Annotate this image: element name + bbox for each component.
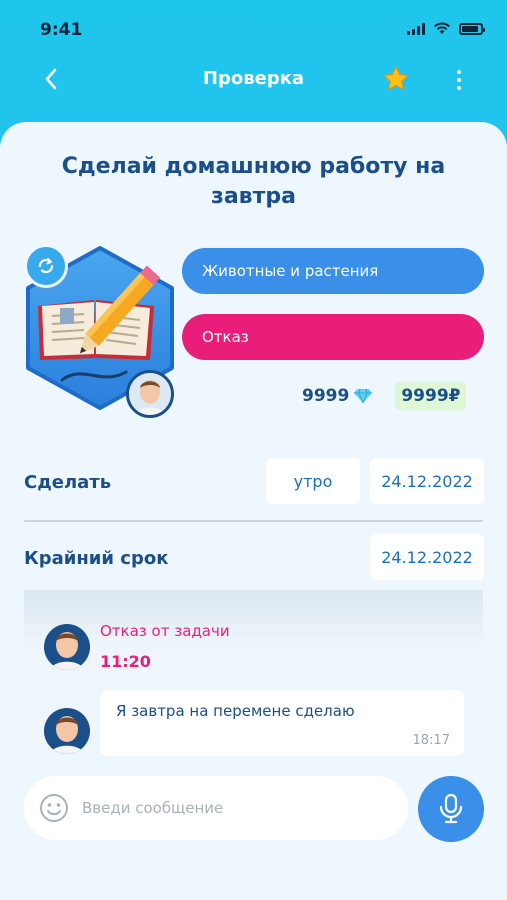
- favorite-button[interactable]: [381, 64, 411, 94]
- rewards: 9999 9999₽: [302, 382, 467, 410]
- more-vertical-icon: [457, 70, 461, 74]
- avatar: [44, 624, 90, 670]
- status-pill[interactable]: Отказ: [182, 314, 484, 360]
- category-pill[interactable]: Животные и растения: [182, 248, 484, 294]
- do-date-chip[interactable]: 24.12.2022: [370, 458, 484, 504]
- do-time-chip[interactable]: утро: [266, 458, 360, 504]
- divider: [24, 520, 483, 522]
- cellular-signal-icon: [407, 22, 425, 35]
- chat-message[interactable]: Я завтра на перемене сделаю 18:17: [100, 690, 464, 756]
- status-icons: [407, 22, 485, 35]
- do-label: Сделать: [24, 472, 112, 493]
- gems-value: 9999: [302, 386, 350, 406]
- message-text: Я завтра на перемене сделаю: [116, 702, 355, 720]
- repeat-button[interactable]: [24, 244, 68, 288]
- diamond-icon: [354, 388, 373, 404]
- message-time: 18:17: [412, 733, 450, 748]
- message-input[interactable]: [82, 794, 382, 822]
- repeat-icon: [38, 258, 54, 274]
- page-title: Проверка: [202, 68, 305, 89]
- star-icon: [383, 66, 409, 90]
- gems-reward: 9999: [302, 386, 373, 406]
- task-title: Сделай домашнюю работу на завтра: [61, 154, 446, 209]
- task-image: [22, 244, 182, 418]
- status-bar: 9:41: [0, 0, 507, 60]
- money-reward: 9999₽: [395, 382, 467, 410]
- microphone-button[interactable]: [418, 776, 484, 842]
- system-message-time: 11:20: [100, 652, 151, 671]
- message-composer: [24, 776, 408, 840]
- battery-icon: [459, 22, 485, 35]
- microphone-icon: [439, 793, 463, 824]
- system-message: Отказ от задачи: [100, 622, 230, 640]
- status-time: 9:41: [40, 20, 83, 40]
- emoji-button[interactable]: [38, 792, 70, 824]
- wifi-icon: [434, 22, 450, 34]
- avatar: [44, 708, 90, 754]
- task-sheet: Сделай домашнюю работу на завтра Животны…: [0, 122, 507, 900]
- nav-bar: Проверка: [0, 58, 507, 102]
- deadline-date-chip[interactable]: 24.12.2022: [370, 534, 484, 580]
- more-button[interactable]: [451, 66, 467, 94]
- deadline-label: Крайний срок: [24, 548, 169, 569]
- avatar: [126, 370, 174, 418]
- smiley-icon: [40, 794, 68, 822]
